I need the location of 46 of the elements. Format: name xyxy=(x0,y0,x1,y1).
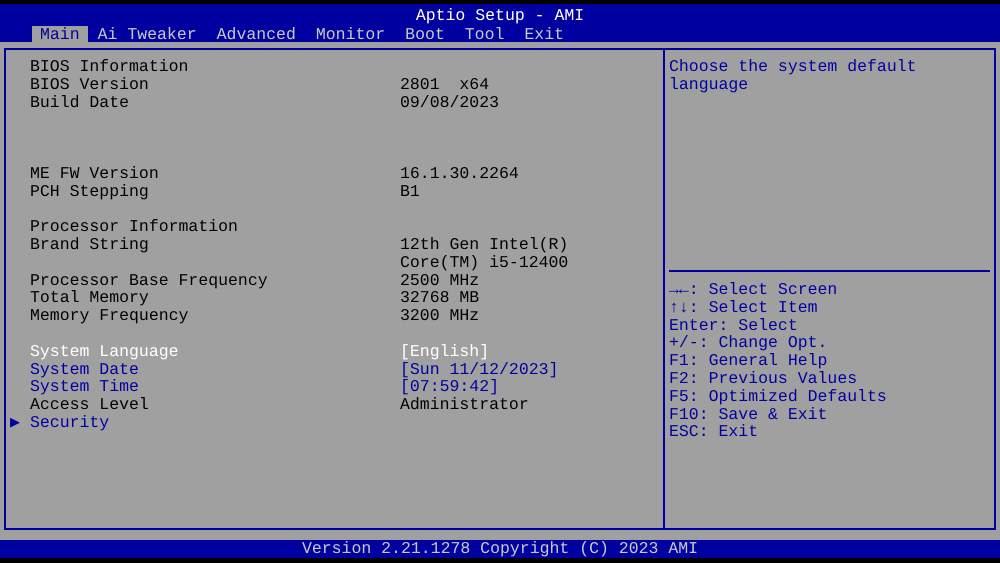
info-value: Administrator xyxy=(400,396,529,414)
setting-item[interactable]: System Time xyxy=(30,377,139,396)
section-heading: BIOS Information xyxy=(30,57,188,76)
menu-tab[interactable]: Advanced xyxy=(206,26,306,44)
setting-item[interactable]: System Date xyxy=(30,360,139,379)
info-value: 12th Gen Intel(R) xyxy=(400,236,568,254)
key-hint: ↑↓: Select Item xyxy=(669,298,819,317)
help-text: Choose the system default language xyxy=(669,58,918,96)
setting-value[interactable]: [Sun 11/12/2023] xyxy=(400,360,558,378)
info-label: Memory Frequency xyxy=(30,306,188,326)
key-hint: +/-: Change Opt. xyxy=(669,334,828,352)
setting-item[interactable]: Security xyxy=(30,412,110,432)
info-value: 2500 MHz xyxy=(400,272,480,290)
info-value: 09/08/2023 xyxy=(400,94,500,112)
info-label: BIOS Version xyxy=(30,74,149,94)
menu-tab[interactable]: Main xyxy=(32,26,88,44)
submenu-marker: ▶ xyxy=(10,412,20,432)
key-hint: F10: Save & Exit xyxy=(669,406,828,424)
info-value: B1 xyxy=(400,182,420,200)
key-hint: →←: Select Screen xyxy=(669,281,838,299)
key-hint: ESC: Exit xyxy=(669,423,760,442)
info-label: ME FW Version xyxy=(30,164,159,183)
key-hint: Enter: Select xyxy=(669,316,799,334)
version-status-text: Version 2.21.1278 Copyright (C) 2023 AMI xyxy=(302,540,698,558)
menu-tab[interactable]: Ai Tweaker xyxy=(88,26,207,44)
key-hint: F2: Previous Values xyxy=(669,370,858,388)
info-value: 3200 MHz xyxy=(400,307,480,325)
info-label: PCH Stepping xyxy=(30,182,149,201)
info-value: 16.1.30.2264 xyxy=(400,164,519,183)
window-title: Aptio Setup - AMI xyxy=(416,7,584,25)
menu-tab[interactable]: Boot xyxy=(395,26,455,44)
menu-tab[interactable]: Monitor xyxy=(306,26,396,44)
menu-tab[interactable]: Tool xyxy=(454,26,514,44)
info-label: Brand String xyxy=(30,234,149,254)
info-label: Build Date xyxy=(30,92,130,112)
info-value: 32768 MB xyxy=(400,289,480,308)
info-value: Core(TM) i5-12400 xyxy=(400,254,568,272)
section-heading: Processor Information xyxy=(30,217,238,236)
info-value: 2801 x64 xyxy=(400,76,490,94)
info-label: Total Memory xyxy=(30,288,149,308)
setting-value[interactable]: [07:59:42] xyxy=(400,378,500,396)
info-label: Processor Base Frequency xyxy=(30,270,268,290)
menu-tab[interactable]: Exit xyxy=(514,26,574,44)
key-hint: F5: Optimized Defaults xyxy=(669,388,888,406)
info-label: Access Level xyxy=(30,395,149,414)
key-hint: F1: General Help xyxy=(669,352,828,370)
